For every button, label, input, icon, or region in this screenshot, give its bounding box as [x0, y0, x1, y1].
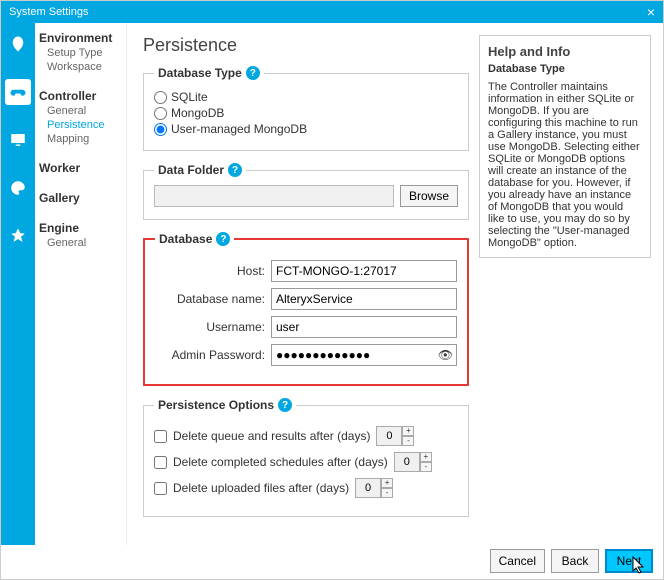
eye-icon[interactable]: 👁: [435, 344, 457, 366]
icon-environment[interactable]: [5, 31, 31, 57]
engine-icon: [9, 227, 27, 245]
chk-delete-sched[interactable]: [154, 456, 167, 469]
spin-down[interactable]: -: [381, 488, 393, 498]
spin-up[interactable]: +: [381, 478, 393, 488]
help-body: The Controller maintains information in …: [488, 81, 642, 249]
fieldset-database: Database ? Host: Database name: Username…: [143, 232, 469, 386]
spin-up[interactable]: +: [420, 452, 432, 462]
opt-delete-queue: Delete queue and results after (days) +-: [154, 426, 458, 446]
help-icon[interactable]: ?: [246, 66, 260, 80]
icon-worker[interactable]: [5, 127, 31, 153]
nav-sub-engine-general[interactable]: General: [39, 237, 122, 249]
legend-persist: Persistence Options ?: [154, 398, 296, 412]
icon-controller[interactable]: [5, 79, 31, 105]
help-title: Help and Info: [488, 44, 642, 59]
nav-group-environment[interactable]: Environment: [39, 31, 122, 45]
cancel-button[interactable]: Cancel: [490, 549, 545, 573]
radio-mongodb[interactable]: MongoDB: [154, 106, 458, 120]
username-input[interactable]: [271, 316, 457, 338]
nav-group-engine[interactable]: Engine: [39, 221, 122, 235]
monitor-icon: [9, 131, 27, 149]
help-panel: Help and Info Database Type The Controll…: [479, 35, 651, 258]
iconbar: [1, 23, 35, 545]
radio-user-mongodb[interactable]: User-managed MongoDB: [154, 122, 458, 136]
opt-delete-files: Delete uploaded files after (days) +-: [154, 478, 458, 498]
content: Persistence Database Type ? SQLite Mongo…: [143, 35, 469, 545]
browse-button[interactable]: Browse: [400, 185, 458, 207]
legend-database: Database ?: [155, 232, 234, 246]
page-title: Persistence: [143, 35, 469, 56]
chk-delete-queue[interactable]: [154, 430, 167, 443]
dbname-label: Database name:: [155, 292, 265, 306]
chk-delete-files[interactable]: [154, 482, 167, 495]
help-icon[interactable]: ?: [216, 232, 230, 246]
icon-engine[interactable]: [5, 223, 31, 249]
nav-group-gallery[interactable]: Gallery: [39, 191, 122, 205]
leaf-icon: [9, 35, 27, 53]
datafolder-input: [154, 185, 394, 207]
spin-queue[interactable]: [376, 426, 402, 446]
window-title: System Settings: [9, 6, 88, 18]
nav-sub-workspace[interactable]: Workspace: [39, 61, 122, 73]
nav-sub-setup-type[interactable]: Setup Type: [39, 47, 122, 59]
close-icon[interactable]: ×: [647, 4, 655, 20]
controller-icon: [9, 83, 27, 101]
nav-group-worker[interactable]: Worker: [39, 161, 122, 175]
side-nav: Environment Setup Type Workspace Control…: [35, 23, 127, 545]
spin-files[interactable]: [355, 478, 381, 498]
spin-up[interactable]: +: [402, 426, 414, 436]
main: Persistence Database Type ? SQLite Mongo…: [127, 23, 663, 545]
next-button[interactable]: Next: [605, 549, 653, 573]
spin-sched[interactable]: [394, 452, 420, 472]
nav-sub-general[interactable]: General: [39, 105, 122, 117]
body: Environment Setup Type Workspace Control…: [1, 23, 663, 545]
fieldset-dbtype: Database Type ? SQLite MongoDB User-mana…: [143, 66, 469, 151]
nav-sub-mapping[interactable]: Mapping: [39, 133, 122, 145]
dbname-input[interactable]: [271, 288, 457, 310]
username-label: Username:: [155, 320, 265, 334]
spin-down[interactable]: -: [420, 462, 432, 472]
host-label: Host:: [155, 264, 265, 278]
host-input[interactable]: [271, 260, 457, 282]
palette-icon: [9, 179, 27, 197]
fieldset-datafolder: Data Folder ? Browse: [143, 163, 469, 220]
opt-delete-sched: Delete completed schedules after (days) …: [154, 452, 458, 472]
spin-down[interactable]: -: [402, 436, 414, 446]
legend-dbtype: Database Type ?: [154, 66, 264, 80]
nav-group-controller[interactable]: Controller: [39, 89, 122, 103]
help-icon[interactable]: ?: [228, 163, 242, 177]
help-subtitle: Database Type: [488, 63, 642, 75]
icon-gallery[interactable]: [5, 175, 31, 201]
legend-datafolder: Data Folder ?: [154, 163, 246, 177]
password-label: Admin Password:: [155, 348, 265, 362]
help-icon[interactable]: ?: [278, 398, 292, 412]
back-button[interactable]: Back: [551, 549, 599, 573]
nav-sub-persistence[interactable]: Persistence: [39, 119, 122, 131]
radio-sqlite[interactable]: SQLite: [154, 90, 458, 104]
footer: Cancel Back Next: [490, 549, 653, 573]
titlebar: System Settings ×: [1, 1, 663, 23]
password-input[interactable]: [271, 344, 435, 366]
fieldset-persist-options: Persistence Options ? Delete queue and r…: [143, 398, 469, 517]
